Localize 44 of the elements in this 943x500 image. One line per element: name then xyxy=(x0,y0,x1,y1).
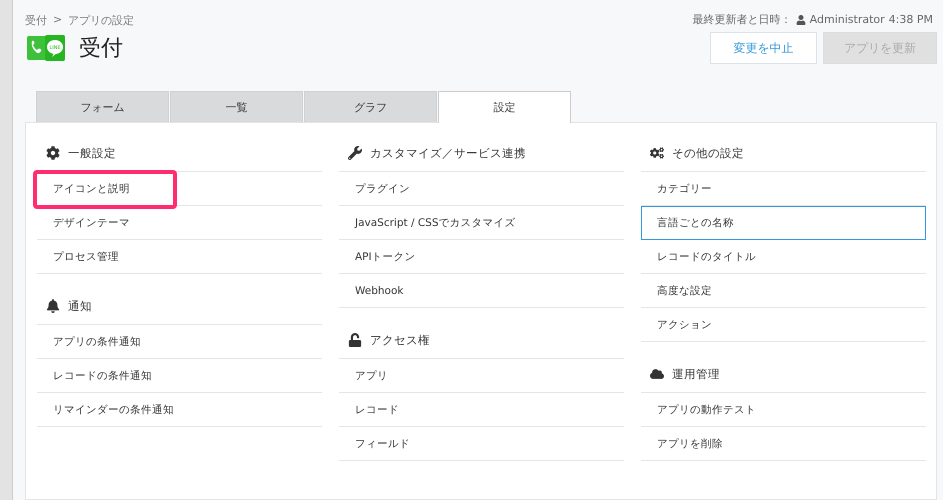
section-icon xyxy=(650,146,664,160)
section-title: カスタマイズ／サービス連携 xyxy=(370,146,526,160)
section-title: アクセス権 xyxy=(370,332,430,348)
tab[interactable]: 設定 xyxy=(438,91,571,123)
settings-link[interactable]: アクション xyxy=(641,308,926,342)
section-title: その他の設定 xyxy=(672,146,744,160)
section-icon xyxy=(650,367,664,381)
settings-link[interactable]: レコード xyxy=(339,393,624,427)
settings-link[interactable]: アプリ xyxy=(339,359,624,393)
section-title: 一般設定 xyxy=(68,146,116,160)
updated-user: Administrator xyxy=(810,13,885,26)
settings-link[interactable]: 言語ごとの名称 xyxy=(641,206,926,240)
settings-link[interactable]: APIトークン xyxy=(339,240,624,274)
settings-link[interactable]: アプリの条件通知 xyxy=(37,325,322,359)
settings-link[interactable]: アイコンと説明 xyxy=(37,172,322,206)
settings-link[interactable]: プロセス管理 xyxy=(37,240,322,274)
section-icon xyxy=(46,146,60,160)
section-title: 通知 xyxy=(68,298,92,314)
tab[interactable]: グラフ xyxy=(304,91,437,122)
breadcrumb-link[interactable]: 受付 xyxy=(25,13,47,28)
settings-link[interactable]: 高度な設定 xyxy=(641,274,926,308)
user-icon xyxy=(796,14,806,24)
app-title: 受付 xyxy=(79,35,123,63)
settings-link[interactable]: アプリの動作テスト xyxy=(641,393,926,427)
settings-link[interactable]: フィールド xyxy=(339,427,624,461)
section-icon xyxy=(46,299,60,313)
settings-link[interactable]: レコードのタイトル xyxy=(641,240,926,274)
tab[interactable]: 一覧 xyxy=(170,91,303,122)
breadcrumb-separator: > xyxy=(53,13,62,28)
settings-link[interactable]: Webhook xyxy=(339,274,624,308)
settings-link[interactable]: カテゴリー xyxy=(641,172,926,206)
section-icon xyxy=(348,146,362,160)
settings-link[interactable]: JavaScript / CSSでカスタマイズ xyxy=(339,206,624,240)
settings-link[interactable]: レコードの条件通知 xyxy=(37,359,322,393)
last-updated-label: 最終更新者と日時： xyxy=(692,12,792,27)
settings-link[interactable]: アプリを削除 xyxy=(641,427,926,461)
settings-link[interactable]: リマインダーの条件通知 xyxy=(37,393,322,427)
section-icon xyxy=(348,333,362,347)
section-title: 運用管理 xyxy=(672,366,720,382)
updated-time: 4:38 PM xyxy=(888,13,933,26)
breadcrumb-current: アプリの設定 xyxy=(68,13,134,28)
settings-link[interactable]: プラグイン xyxy=(339,172,624,206)
tab[interactable]: フォーム xyxy=(36,91,169,122)
settings-link[interactable]: デザインテーマ xyxy=(37,206,322,240)
